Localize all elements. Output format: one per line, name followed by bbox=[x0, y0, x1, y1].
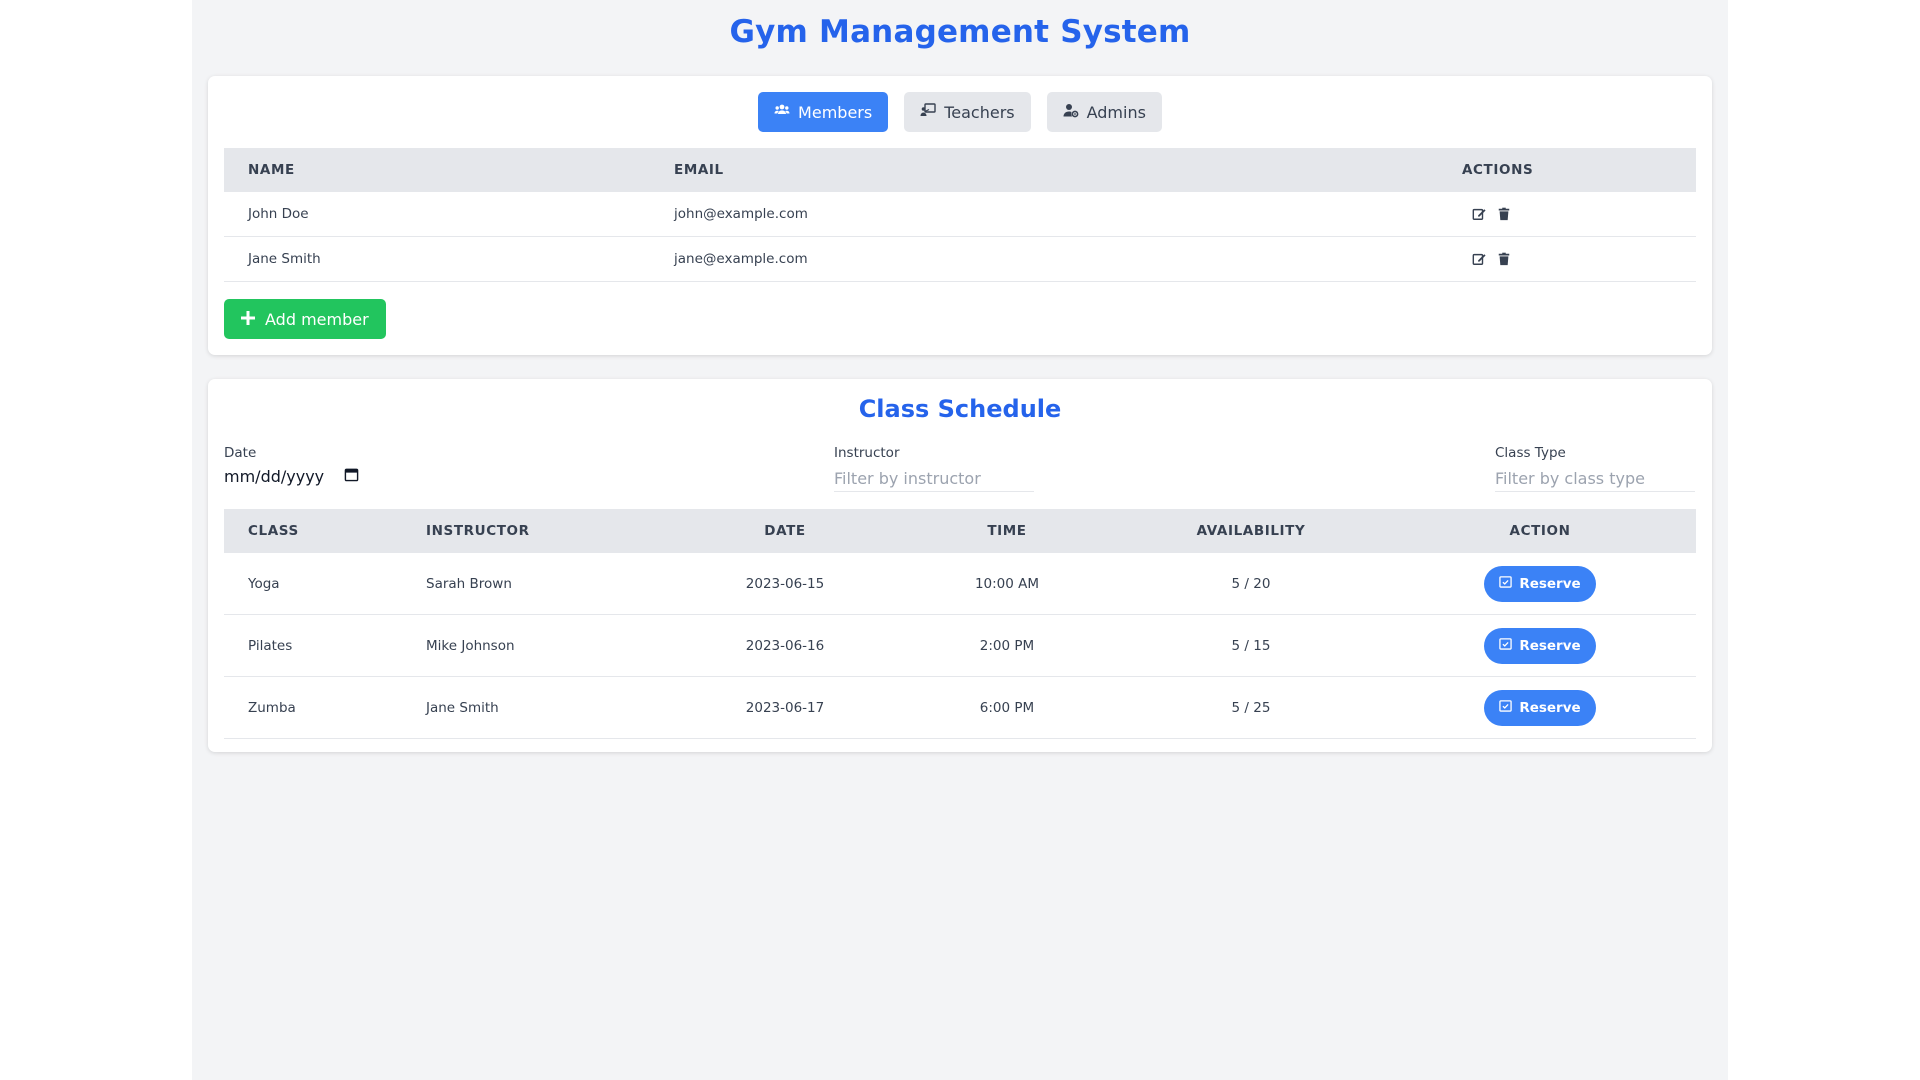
calendar-icon[interactable] bbox=[344, 467, 359, 486]
user-cog-icon bbox=[1063, 102, 1079, 122]
member-actions bbox=[1438, 236, 1696, 282]
table-row: Pilates Mike Johnson 2023-06-16 2:00 PM … bbox=[224, 614, 1696, 677]
column-header-actions: Actions bbox=[1462, 162, 1534, 178]
trash-icon[interactable] bbox=[1496, 252, 1511, 267]
column-header-email: Email bbox=[674, 162, 724, 178]
table-header-row: Name Email Actions bbox=[224, 148, 1696, 192]
members-panel: Members Teachers Admins Name bbox=[208, 76, 1712, 355]
class-time: 2:00 PM bbox=[896, 614, 1118, 677]
class-time: 6:00 PM bbox=[896, 676, 1118, 739]
tab-admins[interactable]: Admins bbox=[1046, 92, 1162, 132]
member-email: jane@example.com bbox=[650, 236, 1438, 282]
column-header-date: Date bbox=[764, 523, 806, 539]
class-name: Pilates bbox=[224, 614, 402, 677]
table-row: John Doe john@example.com bbox=[224, 192, 1696, 237]
role-tabs: Members Teachers Admins bbox=[208, 92, 1712, 132]
class-instructor: Sarah Brown bbox=[402, 553, 674, 615]
class-availability: 5 / 15 bbox=[1118, 614, 1384, 677]
instructor-filter-input[interactable] bbox=[834, 467, 1034, 492]
tab-members[interactable]: Members bbox=[758, 92, 889, 132]
table-row: Zumba Jane Smith 2023-06-17 6:00 PM 5 / … bbox=[224, 676, 1696, 739]
schedule-table: Class Instructor Date Time Availability … bbox=[224, 509, 1696, 739]
reserve-label: Reserve bbox=[1519, 637, 1581, 654]
tab-admins-label: Admins bbox=[1086, 102, 1146, 122]
edit-icon[interactable] bbox=[1471, 207, 1486, 222]
class-name: Yoga bbox=[224, 553, 402, 615]
calendar-check-icon bbox=[1499, 699, 1513, 716]
table-header-row: Class Instructor Date Time Availability … bbox=[224, 509, 1696, 553]
date-filter-label: Date bbox=[224, 445, 257, 461]
edit-icon[interactable] bbox=[1471, 252, 1486, 267]
reserve-label: Reserve bbox=[1519, 575, 1581, 592]
class-instructor: Jane Smith bbox=[402, 676, 674, 739]
table-row: Yoga Sarah Brown 2023-06-15 10:00 AM 5 /… bbox=[224, 553, 1696, 615]
class-date: 2023-06-15 bbox=[674, 553, 896, 615]
column-header-instructor: Instructor bbox=[426, 523, 530, 539]
tab-teachers-label: Teachers bbox=[944, 102, 1015, 122]
member-name: Jane Smith bbox=[224, 236, 650, 282]
column-header-class: Class bbox=[248, 523, 299, 539]
add-member-label: Add member bbox=[265, 309, 369, 329]
reserve-button[interactable]: Reserve bbox=[1484, 689, 1596, 726]
class-type-filter: Class Type bbox=[1495, 445, 1695, 492]
plus-icon bbox=[241, 310, 255, 329]
chalkboard-teacher-icon bbox=[920, 102, 936, 122]
class-time: 10:00 AM bbox=[896, 553, 1118, 615]
column-header-availability: Availability bbox=[1196, 523, 1306, 539]
date-input[interactable]: mm/dd/yyyy bbox=[224, 467, 359, 486]
class-instructor: Mike Johnson bbox=[402, 614, 674, 677]
page-container: Gym Management System Members Teachers A… bbox=[192, 0, 1728, 1080]
tab-teachers[interactable]: Teachers bbox=[904, 92, 1031, 132]
member-email: john@example.com bbox=[650, 192, 1438, 237]
reserve-label: Reserve bbox=[1519, 699, 1581, 716]
table-row: Jane Smith jane@example.com bbox=[224, 236, 1696, 282]
users-icon bbox=[774, 102, 790, 122]
class-schedule-panel: Class Schedule Date mm/dd/yyyy Instructo… bbox=[208, 379, 1712, 752]
reserve-button[interactable]: Reserve bbox=[1484, 627, 1596, 664]
class-type-filter-input[interactable] bbox=[1495, 467, 1695, 492]
tab-members-label: Members bbox=[798, 102, 873, 122]
instructor-filter-label: Instructor bbox=[834, 445, 900, 461]
member-name: John Doe bbox=[224, 192, 650, 237]
class-date: 2023-06-16 bbox=[674, 614, 896, 677]
class-type-filter-label: Class Type bbox=[1495, 445, 1566, 461]
class-availability: 5 / 20 bbox=[1118, 553, 1384, 615]
schedule-title: Class Schedule bbox=[858, 395, 1062, 423]
class-action: Reserve bbox=[1384, 614, 1696, 677]
page-title: Gym Management System bbox=[729, 14, 1191, 50]
trash-icon[interactable] bbox=[1496, 207, 1511, 222]
date-filter: Date mm/dd/yyyy bbox=[224, 445, 359, 486]
member-actions bbox=[1438, 192, 1696, 237]
calendar-check-icon bbox=[1499, 575, 1513, 592]
date-input-value: mm/dd/yyyy bbox=[224, 467, 325, 486]
instructor-filter: Instructor bbox=[834, 445, 1034, 492]
class-name: Zumba bbox=[224, 676, 402, 739]
column-header-action: Action bbox=[1509, 523, 1571, 539]
add-member-button[interactable]: Add member bbox=[224, 299, 386, 339]
class-date: 2023-06-17 bbox=[674, 676, 896, 739]
reserve-button[interactable]: Reserve bbox=[1484, 565, 1596, 602]
calendar-check-icon bbox=[1499, 637, 1513, 654]
class-action: Reserve bbox=[1384, 676, 1696, 739]
column-header-time: Time bbox=[987, 523, 1027, 539]
class-availability: 5 / 25 bbox=[1118, 676, 1384, 739]
class-action: Reserve bbox=[1384, 553, 1696, 615]
column-header-name: Name bbox=[248, 162, 295, 178]
members-table: Name Email Actions John Doe john@example… bbox=[224, 148, 1696, 282]
